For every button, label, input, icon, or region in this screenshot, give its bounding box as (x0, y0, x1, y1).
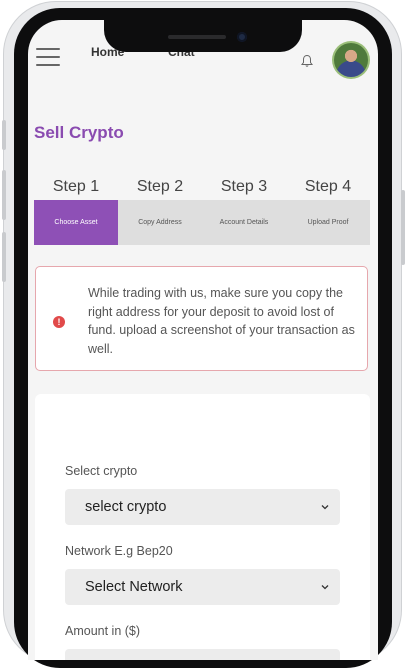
step-1-tab[interactable]: Choose Asset (34, 200, 118, 245)
network-select-label: Network E.g Bep20 (65, 544, 173, 558)
phone-side-button (401, 190, 405, 265)
page-title: Sell Crypto (34, 123, 124, 142)
alert-message: While trading with us, make sure you cop… (88, 286, 355, 356)
step-1-label: Step 1 (52, 178, 100, 195)
phone-side-button (2, 170, 6, 220)
network-select-value: Select Network (85, 579, 183, 595)
bell-icon[interactable] (300, 54, 314, 68)
warning-alert: ! While trading with us, make sure you c… (35, 266, 368, 371)
error-icon: ! (53, 316, 65, 328)
speaker-grille (168, 35, 226, 39)
app-screen: Home Chat Sell Crypto Step 1 Step 2 Step… (28, 20, 378, 660)
chevron-down-icon (321, 585, 329, 590)
avatar[interactable] (334, 43, 368, 77)
phone-side-button (2, 232, 6, 282)
step-2-label: Step 2 (136, 178, 184, 195)
amount-input[interactable] (65, 649, 340, 660)
crypto-select-value: select crypto (85, 499, 167, 515)
step-4-tab[interactable]: Upload Proof (286, 200, 370, 245)
crypto-select-label: Select crypto (65, 464, 138, 478)
step-3-tab[interactable]: Account Details (202, 200, 286, 245)
network-select[interactable]: Select Network (65, 569, 340, 605)
phone-side-button (2, 120, 6, 150)
front-camera (237, 32, 247, 42)
sell-form-card: Select crypto select crypto Network E.g … (35, 394, 370, 660)
step-4-label: Step 4 (304, 178, 352, 195)
phone-notch (104, 20, 302, 52)
step-3-label: Step 3 (220, 178, 268, 195)
step-2-tab[interactable]: Copy Address (118, 200, 202, 245)
amount-label: Amount in ($) (65, 624, 141, 638)
hamburger-menu-icon[interactable] (36, 48, 60, 72)
chevron-down-icon (321, 505, 329, 510)
crypto-select[interactable]: select crypto (65, 489, 340, 525)
